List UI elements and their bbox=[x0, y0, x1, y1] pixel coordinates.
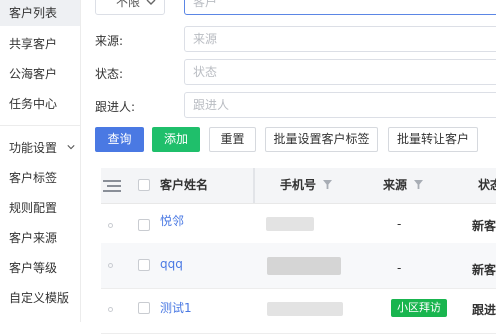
sidebar-item-task-center[interactable]: 任务中心 bbox=[0, 90, 80, 118]
chevron-down-icon bbox=[146, 0, 156, 5]
table-row: 测试1 小区拜访 跟进 bbox=[101, 288, 496, 334]
scope-select-value: 不限 bbox=[116, 0, 141, 9]
customer-name-link[interactable]: 测试1 bbox=[160, 299, 192, 316]
row-checkbox[interactable] bbox=[138, 302, 150, 314]
source-input[interactable]: 来源 bbox=[184, 26, 496, 52]
column-header-phone-label: 手机号 bbox=[280, 178, 317, 192]
column-header-source[interactable]: 来源 bbox=[383, 168, 424, 203]
status-label: 状态: bbox=[95, 67, 124, 81]
source-tag: 小区拜访 bbox=[391, 299, 447, 317]
status-value: 新客 bbox=[472, 263, 496, 277]
sidebar-group-settings[interactable]: 功能设置 bbox=[0, 136, 80, 160]
filter-icon[interactable] bbox=[323, 180, 333, 189]
main-content: 不限 客户 来源: 来源 状态: 状态 跟进人: 跟进人 查询 添加 重置 批量… bbox=[81, 0, 496, 334]
sidebar-item-shared-customers[interactable]: 共享客户 bbox=[0, 30, 80, 58]
chevron-down-icon bbox=[67, 144, 75, 149]
column-header-name: 客户姓名 bbox=[160, 178, 209, 192]
source-value: - bbox=[397, 261, 402, 275]
filter-icon[interactable] bbox=[414, 180, 424, 189]
sidebar-group-label: 功能设置 bbox=[9, 141, 58, 155]
table-header: 客户姓名 手机号 来源 状态 bbox=[101, 168, 496, 204]
sidebar-item-public-pool[interactable]: 公海客户 bbox=[0, 60, 80, 88]
sidebar-item-customer-list[interactable]: 客户列表 bbox=[0, 0, 80, 26]
status-input[interactable]: 状态 bbox=[184, 59, 496, 85]
source-label: 来源: bbox=[95, 34, 124, 48]
follower-label: 跟进人: bbox=[95, 100, 136, 114]
customer-name-link[interactable]: qqq bbox=[160, 257, 183, 271]
sidebar-item-rule-config[interactable]: 规则配置 bbox=[0, 194, 80, 222]
sidebar-item-custom-template[interactable]: 自定义模版 bbox=[0, 284, 80, 312]
query-button[interactable]: 查询 bbox=[95, 127, 144, 152]
column-header-phone[interactable]: 手机号 bbox=[280, 168, 333, 203]
column-settings-icon[interactable] bbox=[103, 180, 121, 192]
batch-tag-button[interactable]: 批量设置客户标签 bbox=[265, 127, 378, 152]
row-checkbox[interactable] bbox=[138, 259, 150, 271]
phone-redacted bbox=[267, 257, 341, 275]
reset-button[interactable]: 重置 bbox=[209, 127, 256, 152]
table-row: qqq - 新客 bbox=[101, 243, 496, 289]
status-value: 新客 bbox=[472, 219, 496, 233]
select-all-checkbox[interactable] bbox=[138, 179, 150, 191]
column-header-source-label: 来源 bbox=[383, 178, 408, 192]
sidebar-item-customer-source[interactable]: 客户来源 bbox=[0, 224, 80, 252]
sidebar-divider bbox=[0, 125, 80, 126]
customer-name-link[interactable]: 悦邻 bbox=[160, 212, 184, 229]
sidebar: 客户列表 共享客户 公海客户 任务中心 功能设置 客户标签 规则配置 客户来源 … bbox=[0, 0, 81, 322]
source-value: - bbox=[397, 217, 402, 231]
row-radio[interactable] bbox=[108, 263, 113, 268]
sidebar-item-customer-tags[interactable]: 客户标签 bbox=[0, 164, 80, 192]
customer-search-input[interactable]: 客户 bbox=[184, 0, 496, 15]
sidebar-item-customer-level[interactable]: 客户等级 bbox=[0, 254, 80, 282]
row-radio[interactable] bbox=[108, 307, 113, 312]
row-radio[interactable] bbox=[108, 223, 113, 228]
scope-select[interactable]: 不限 bbox=[95, 0, 165, 15]
batch-transfer-button[interactable]: 批量转让客户 bbox=[388, 127, 478, 152]
follower-input[interactable]: 跟进人 bbox=[184, 92, 496, 118]
phone-redacted bbox=[266, 217, 314, 231]
phone-redacted bbox=[267, 302, 343, 316]
column-header-status: 状态 bbox=[478, 178, 496, 192]
row-checkbox[interactable] bbox=[138, 219, 150, 231]
status-value: 跟进 bbox=[472, 303, 496, 317]
column-divider bbox=[253, 168, 255, 203]
add-button[interactable]: 添加 bbox=[152, 127, 200, 152]
